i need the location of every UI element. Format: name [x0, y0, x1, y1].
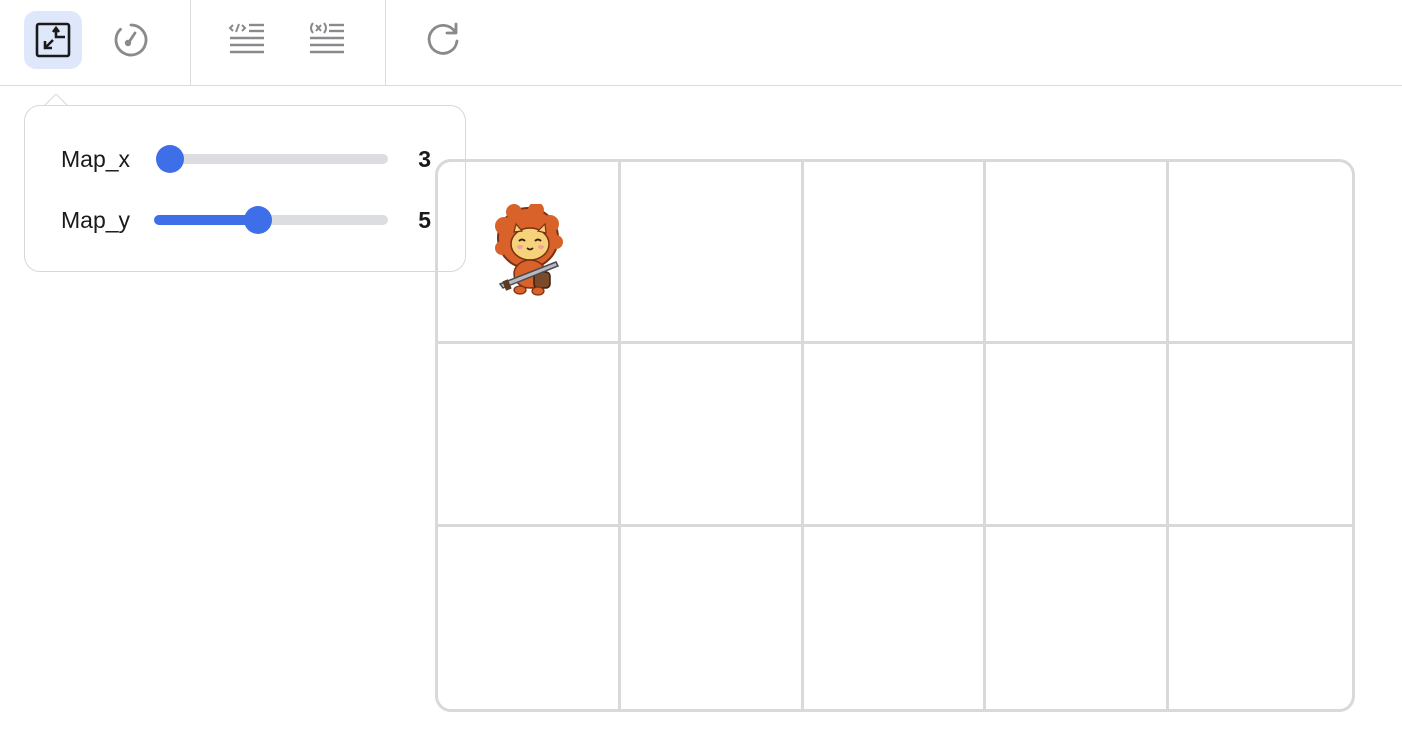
map-y-slider[interactable]: [154, 206, 388, 234]
speed-button[interactable]: [102, 11, 160, 69]
map-x-label: Map_x: [61, 146, 131, 172]
grid-cell: [1169, 344, 1352, 527]
map-settings-button[interactable]: [24, 11, 82, 69]
grid-cell: [620, 344, 804, 527]
code-view-icon: [228, 23, 264, 54]
grid-cell: [438, 162, 621, 345]
grid-cell: [1169, 527, 1352, 709]
grid-cell: [621, 526, 804, 709]
grid-cell: [986, 162, 1170, 345]
map-settings-icon: [35, 22, 71, 58]
map-settings-popover: Map_x 3 Map_y 5: [24, 105, 466, 272]
map-x-slider[interactable]: [156, 145, 388, 173]
grid-cell: [803, 162, 987, 345]
grid-cell: [438, 526, 621, 709]
map-y-slider-fill: [154, 215, 258, 225]
variables-view-icon: [310, 22, 344, 54]
reset-button[interactable]: [414, 11, 472, 69]
toolbar: [0, 0, 1402, 86]
toolbar-divider: [190, 0, 191, 86]
grid-cell: [803, 344, 987, 527]
reset-icon: [427, 22, 459, 55]
toolbar-divider: [385, 0, 386, 86]
grid-cell: [986, 526, 1170, 709]
map-y-label: Map_y: [61, 207, 131, 233]
variables-view-button[interactable]: [298, 11, 356, 69]
grid-cell: [804, 526, 987, 709]
map-y-slider-row: Map_y 5: [61, 205, 431, 235]
grid-cell: [986, 344, 1170, 527]
grid-cell: [1169, 162, 1352, 345]
map-x-value: 3: [418, 146, 431, 172]
map-x-slider-thumb[interactable]: [156, 145, 184, 173]
speed-gauge-icon: [114, 23, 148, 57]
grid-cell: [438, 344, 621, 527]
map-y-value: 5: [418, 207, 431, 233]
map-y-slider-thumb[interactable]: [244, 206, 272, 234]
grid-cell: [620, 162, 804, 345]
map-x-slider-row: Map_x 3: [61, 144, 431, 174]
lion-cat-warrior-sprite: [490, 202, 570, 296]
game-map-grid: [435, 159, 1355, 712]
code-view-button[interactable]: [218, 11, 276, 69]
